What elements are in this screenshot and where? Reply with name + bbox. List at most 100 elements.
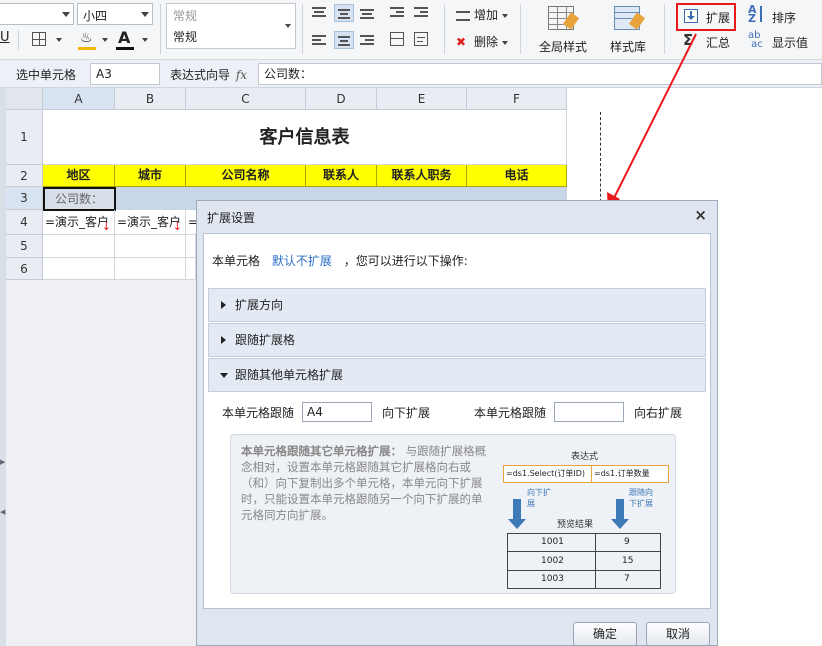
cell-c5[interactable] [186,235,196,258]
number-format-value: 常规 [173,30,198,44]
row-header-2[interactable]: 2 [6,165,43,187]
row-header-1[interactable]: 1 [6,110,43,165]
section-follow-expand-cell[interactable]: 跟随扩展格 [208,323,706,357]
align-left-icon[interactable] [312,34,326,46]
chevron-down-icon [285,24,291,28]
column-header-b[interactable]: B [115,88,186,110]
cancel-button[interactable]: 取消 [646,622,710,646]
select-all-corner[interactable] [6,88,43,110]
column-header-e[interactable]: E [377,88,467,110]
font-name-combo[interactable] [0,3,74,25]
fill-color-swatch [78,47,96,50]
display-value-button[interactable]: 显示值 [772,34,808,51]
expand-button[interactable]: 扩展 [676,3,736,31]
header-cell-contact[interactable]: 联系人 [306,165,377,187]
help-diagram: 表达式 =ds1.Select(订单ID) =ds1.订单数量 向下扩展 跟随向… [495,441,673,591]
section-expand-direction[interactable]: 扩展方向 [208,288,706,322]
number-format-list[interactable]: 常规 常规 [166,3,296,49]
cell-reference-box[interactable]: A3 [90,63,160,85]
delete-row-button[interactable]: ✖ 删除 [456,33,508,50]
divider [302,4,303,54]
wrap-text-icon[interactable] [414,32,428,46]
align-middle-icon[interactable] [334,4,354,22]
follow-cell-right-input[interactable] [554,402,624,422]
chevron-down-icon[interactable] [56,38,62,42]
expand-label: 扩展 [706,11,731,25]
expand-down-arrow-icon: ↓ [101,220,111,233]
row-header-6[interactable]: 6 [6,258,43,280]
header-cell-region[interactable]: 地区 [43,165,115,187]
column-header-a[interactable]: A [43,88,115,110]
align-top-icon[interactable] [312,6,326,18]
ok-button[interactable]: 确定 [573,622,637,646]
expand-arrow-icon [221,336,226,344]
sort-icon[interactable]: AZ [748,4,757,24]
underline-button[interactable]: U [0,30,10,45]
display-value-icon[interactable]: ab ac [748,31,763,50]
diagram-down-label: 向下扩展 [527,488,551,508]
increase-indent-icon[interactable] [414,6,428,18]
header-cell-contact-title[interactable]: 联系人职务 [377,165,467,187]
sort-button[interactable]: 排序 [772,9,796,26]
sheet-empty-area [6,280,196,646]
chevron-down-icon [62,12,70,17]
font-color-swatch [116,47,134,50]
font-color-icon[interactable]: A [118,28,130,47]
dialog-title: 扩展设置 [207,211,256,225]
delete-rows-icon: ✖ [456,35,467,49]
diagram-cell: 9 [624,537,630,547]
cell-a5[interactable] [43,235,115,258]
chevron-down-icon[interactable] [142,38,148,42]
merge-cells-icon[interactable] [390,32,404,46]
follow-label-right: 本单元格跟随 [474,406,547,420]
formula-input[interactable]: 公司数： [258,63,822,85]
fill-color-icon[interactable]: ♨ [80,30,93,46]
chevron-down-icon[interactable] [102,38,108,42]
font-size-combo[interactable]: 小四 [77,3,153,25]
dialog-intro: 本单元格 默认不扩展 ，您可以进行以下操作: [212,254,468,268]
global-style-button[interactable]: 全局样式 [539,38,587,55]
number-format-placeholder: 常规 [173,9,198,23]
decrease-indent-icon[interactable] [390,6,404,18]
dialog-titlebar[interactable]: 扩展设置 × [197,201,717,231]
divider [444,4,445,54]
chevron-down-icon [501,13,508,18]
row-header-4[interactable]: 4 [6,210,43,235]
row-header-3[interactable]: 3 [6,187,43,210]
global-style-icon[interactable] [546,4,580,34]
diagram-cell: 1002 [541,556,564,566]
cell-b6[interactable] [115,258,186,280]
cell-a4[interactable]: =演示_客户 ↓ [43,210,115,235]
cell-b5[interactable] [115,235,186,258]
report-title-cell[interactable]: 客户信息表 [43,110,567,165]
default-expand-link[interactable]: 默认不扩展 [272,254,332,268]
align-bottom-icon[interactable] [360,6,374,19]
align-center-icon[interactable] [334,31,354,49]
align-right-icon[interactable] [360,34,374,46]
follow-cell-down-input[interactable]: A4 [302,402,372,422]
row-header-5[interactable]: 5 [6,235,43,258]
diagram-cell: 1001 [541,537,564,547]
help-text: 本单元格跟随其它单元格扩展： 与跟随扩展格概念相对，设置本单元格跟随其它扩展格向… [241,444,487,522]
diagram-expr-left: =ds1.Select(订单ID) [504,466,592,482]
cell-c6[interactable] [186,258,196,280]
diagram-result-table: 1001 9 1002 15 1003 7 [507,533,661,589]
column-header-c[interactable]: C [186,88,306,110]
chevron-down-icon [141,12,149,17]
column-header-d[interactable]: D [306,88,377,110]
add-row-button[interactable]: 增加 [456,6,508,23]
cell-b4[interactable]: =演示_客户 ↓ [115,210,186,235]
header-cell-phone[interactable]: 电话 [467,165,567,187]
diagram-expr-title: 表达式 [571,452,599,462]
border-icon[interactable] [32,32,46,46]
column-header-f[interactable]: F [467,88,567,110]
header-cell-city[interactable]: 城市 [115,165,186,187]
selected-cell-a3[interactable]: 公司数： [43,187,116,211]
close-icon[interactable]: × [694,206,707,224]
expression-wizard-button[interactable]: 表达式向导 fx [170,66,247,83]
section-follow-other-cell[interactable]: 跟随其他单元格扩展 [208,358,706,392]
cell-a6[interactable] [43,258,115,280]
diagram-follow-label: 跟随向下扩展 [629,488,653,508]
diagram-preview-label: 预览结果 [557,520,594,530]
header-cell-company[interactable]: 公司名称 [186,165,306,187]
